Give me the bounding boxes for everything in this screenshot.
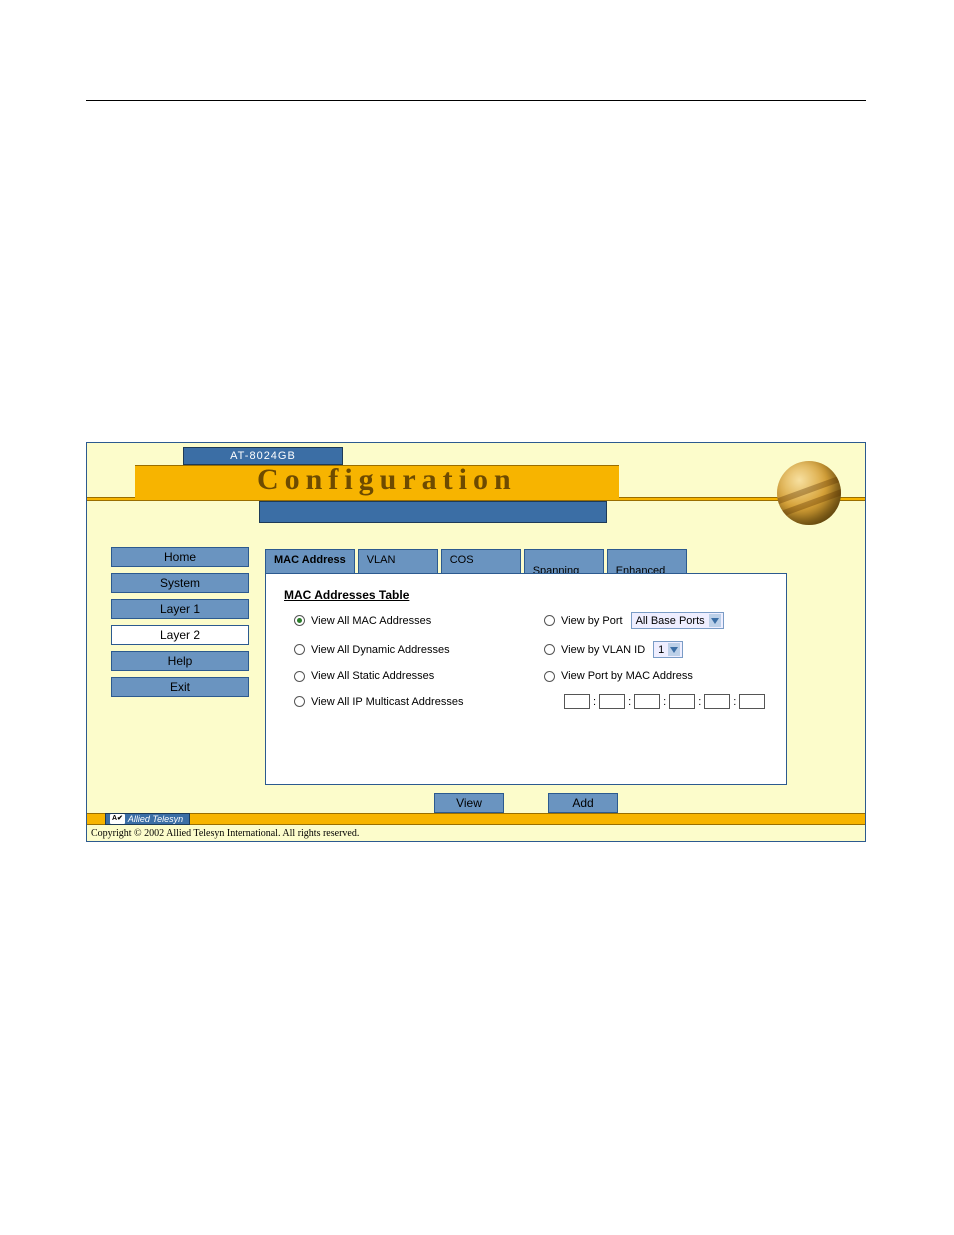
radio-view-all-dynamic[interactable]: View All Dynamic Addresses — [294, 641, 544, 658]
brand-logo-icon: A✔ — [110, 814, 125, 824]
mac-panel: MAC Addresses Table View All MAC Address… — [265, 573, 787, 785]
radio-label: View All MAC Addresses — [311, 615, 431, 627]
radio-icon — [544, 615, 555, 626]
sidebar-item-label: Home — [164, 550, 196, 564]
radio-label: View All Static Addresses — [311, 670, 434, 682]
sidebar-item-layer1[interactable]: Layer 1 — [111, 599, 249, 619]
mac-octet-input[interactable] — [739, 694, 765, 709]
radio-view-port-by-mac[interactable]: View Port by MAC Address — [544, 670, 794, 682]
mac-octet-input[interactable] — [634, 694, 660, 709]
radio-icon — [294, 615, 305, 626]
sidebar-item-system[interactable]: System — [111, 573, 249, 593]
vlan-select-value: 1 — [658, 644, 664, 656]
mac-colon: : — [733, 696, 736, 708]
vlan-select[interactable]: 1 — [653, 641, 683, 658]
port-select[interactable]: All Base Ports — [631, 612, 724, 629]
chevron-down-icon — [668, 643, 680, 656]
sidebar-item-label: System — [160, 576, 200, 590]
sidebar-item-exit[interactable]: Exit — [111, 677, 249, 697]
mac-octet-input[interactable] — [564, 694, 590, 709]
sidebar-item-label: Exit — [170, 680, 190, 694]
button-label: View — [456, 796, 482, 810]
tab-label: MAC Address — [274, 554, 346, 566]
sidebar-item-label: Layer 2 — [160, 628, 200, 642]
radio-view-all-multicast[interactable]: View All IP Multicast Addresses — [294, 694, 544, 709]
radio-label: View All IP Multicast Addresses — [311, 696, 463, 708]
radio-label: View by Port — [561, 615, 623, 627]
mac-octet-input[interactable] — [704, 694, 730, 709]
mac-octet-input[interactable] — [599, 694, 625, 709]
mac-octet-input[interactable] — [669, 694, 695, 709]
view-button[interactable]: View — [434, 793, 504, 813]
sidebar: Home System Layer 1 Layer 2 Help Exit — [111, 547, 249, 703]
action-row: View Add — [265, 793, 787, 813]
brand-chip: A✔ Allied Telesyn — [105, 813, 190, 825]
sidebar-item-help[interactable]: Help — [111, 651, 249, 671]
app-window: AT-8024GB Configuration Home System Laye… — [86, 442, 866, 842]
radio-view-by-port[interactable]: View by Port All Base Ports — [544, 612, 794, 629]
device-model-text: AT-8024GB — [230, 450, 296, 462]
copyright-text: Copyright © 2002 Allied Telesyn Internat… — [91, 828, 359, 839]
sidebar-item-label: Layer 1 — [160, 602, 200, 616]
tab-label: COS — [450, 554, 474, 566]
panel-title: MAC Addresses Table — [284, 588, 768, 602]
radio-label: View All Dynamic Addresses — [311, 644, 450, 656]
button-label: Add — [572, 796, 593, 810]
sidebar-item-layer2[interactable]: Layer 2 — [111, 625, 249, 645]
page-divider — [86, 100, 866, 101]
sidebar-item-home[interactable]: Home — [111, 547, 249, 567]
radio-icon — [544, 644, 555, 655]
brand-text: Allied Telesyn — [128, 814, 183, 824]
mac-colon: : — [663, 696, 666, 708]
chevron-down-icon — [709, 614, 721, 627]
radio-view-all-mac[interactable]: View All MAC Addresses — [294, 612, 544, 629]
header-sub-bar — [259, 501, 607, 523]
radio-grid: View All MAC Addresses View by Port All … — [294, 612, 768, 709]
radio-icon — [294, 644, 305, 655]
sidebar-item-label: Help — [168, 654, 193, 668]
add-button[interactable]: Add — [548, 793, 618, 813]
radio-view-all-static[interactable]: View All Static Addresses — [294, 670, 544, 682]
radio-icon — [544, 671, 555, 682]
tab-label: VLAN — [367, 554, 396, 566]
radio-icon — [294, 671, 305, 682]
globe-icon — [777, 461, 841, 525]
port-select-value: All Base Ports — [636, 615, 705, 627]
page-title: Configuration — [257, 463, 517, 497]
mac-colon: : — [593, 696, 596, 708]
radio-label: View by VLAN ID — [561, 644, 645, 656]
radio-view-by-vlan[interactable]: View by VLAN ID 1 — [544, 641, 794, 658]
mac-colon: : — [698, 696, 701, 708]
radio-label: View Port by MAC Address — [561, 670, 693, 682]
mac-address-input-group: : : : : : — [544, 694, 794, 709]
footer-bar — [87, 813, 865, 825]
mac-colon: : — [628, 696, 631, 708]
radio-icon — [294, 696, 305, 707]
